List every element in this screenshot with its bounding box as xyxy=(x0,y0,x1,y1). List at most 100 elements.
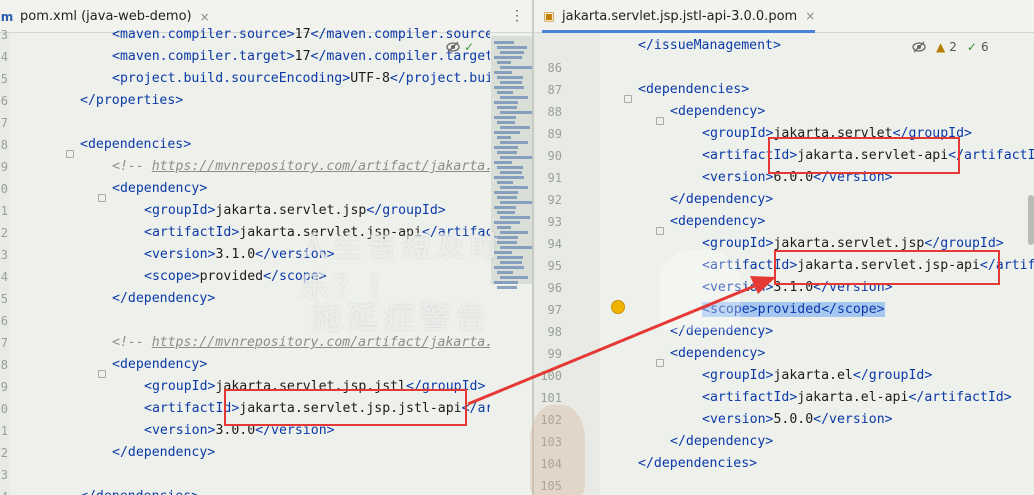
close-tab-icon[interactable]: × xyxy=(805,9,815,23)
code-token: jakarta.el xyxy=(773,368,853,383)
minimap-line xyxy=(494,146,518,149)
code-line[interactable]: <dependency> xyxy=(112,354,207,376)
line-number: 4 xyxy=(0,486,8,495)
line-number: 2 xyxy=(0,226,8,240)
minimap-line xyxy=(497,196,517,199)
minimap-line xyxy=(500,66,532,69)
code-token: 17 xyxy=(294,49,311,64)
line-number: 7 xyxy=(0,336,8,350)
tab-jstl-api-pom[interactable]: ▣ jakarta.servlet.jsp.jstl-api-3.0.0.pom… xyxy=(542,0,816,33)
line-number: 99 xyxy=(547,347,562,361)
minimap-line xyxy=(500,216,530,219)
code-token: jakarta.servlet.jsp xyxy=(773,236,925,251)
minimap-line xyxy=(494,71,512,74)
code-line[interactable]: <dependency> xyxy=(670,343,765,365)
code-token: </properties> xyxy=(80,93,184,108)
left-inspection-widget[interactable]: ✓ xyxy=(446,40,474,54)
code-line[interactable]: </dependency> xyxy=(670,189,773,211)
code-line[interactable]: <version>5.0.0</version> xyxy=(702,409,893,431)
fold-marker[interactable] xyxy=(656,359,664,367)
code-line[interactable]: <dependency> xyxy=(670,211,765,233)
close-tab-icon[interactable]: × xyxy=(200,10,210,24)
code-line[interactable]: </issueManagement> xyxy=(638,35,781,57)
code-token: </issueManagement> xyxy=(638,38,781,53)
code-token: <version> xyxy=(144,247,216,262)
code-token: <groupId> xyxy=(702,126,774,141)
fold-marker[interactable] xyxy=(98,370,106,378)
code-token: </project.build.sourceEncoding> xyxy=(389,71,490,86)
minimap-line xyxy=(500,81,522,84)
code-line[interactable]: <maven.compiler.source>17</maven.compile… xyxy=(112,24,490,46)
line-number: 93 xyxy=(547,215,562,229)
fold-marker[interactable] xyxy=(98,194,106,202)
line-number: 4 xyxy=(0,270,8,284)
right-inspection-widget[interactable]: ▲ 2 ✓ 6 xyxy=(912,40,989,54)
code-line[interactable]: <groupId>jakarta.el</groupId> xyxy=(702,365,932,387)
line-number: 3 xyxy=(0,468,8,482)
code-token: <groupId> xyxy=(702,368,774,383)
code-line[interactable]: <dependencies> xyxy=(638,79,749,101)
code-token: <maven.compiler.target> xyxy=(112,49,295,64)
code-line[interactable]: </dependencies> xyxy=(80,486,199,495)
code-token: <!-- xyxy=(112,335,152,350)
code-line[interactable]: </dependency> xyxy=(670,431,773,453)
minimap-line xyxy=(497,76,523,79)
code-line[interactable]: <!-- https://mvnrepository.com/artifact/… xyxy=(112,156,490,178)
minimap-line xyxy=(497,136,511,139)
intention-bulb-icon[interactable] xyxy=(611,300,625,314)
code-line[interactable]: </properties> xyxy=(80,90,183,112)
code-token: <groupId> xyxy=(144,203,216,218)
minimap-line xyxy=(497,121,515,124)
code-token: <groupId> xyxy=(144,379,216,394)
line-number: 9 xyxy=(0,160,8,174)
code-line[interactable]: <project.build.sourceEncoding>UTF-8</pro… xyxy=(112,68,490,90)
code-token: </dependencies> xyxy=(638,456,758,471)
fold-marker[interactable] xyxy=(66,150,74,158)
line-number: 88 xyxy=(547,105,562,119)
minimap-line xyxy=(500,156,532,159)
minimap-line xyxy=(497,106,517,109)
tab-menu-icon[interactable]: ⋮ xyxy=(510,8,524,24)
minimap-line xyxy=(500,111,532,114)
code-line[interactable]: </dependency> xyxy=(112,288,215,310)
fold-marker[interactable] xyxy=(656,117,664,125)
code-token: </dependency> xyxy=(112,445,216,460)
line-number: 87 xyxy=(547,83,562,97)
minimap-line xyxy=(497,61,511,64)
line-number: 98 xyxy=(547,325,562,339)
code-token: <dependency> xyxy=(670,214,766,229)
code-line[interactable]: </dependencies> xyxy=(638,453,757,475)
code-token: https://mvnrepository.com/artifact/jakar… xyxy=(151,335,490,350)
code-line[interactable]: <groupId>jakarta.servlet.jsp</groupId> xyxy=(144,200,446,222)
code-token: </dependencies> xyxy=(80,489,199,495)
code-line[interactable]: <dependency> xyxy=(112,178,207,200)
code-token: <artifactId> xyxy=(702,390,798,405)
code-line[interactable]: <dependency> xyxy=(670,101,765,123)
code-token: <dependency> xyxy=(670,104,766,119)
background-art xyxy=(530,405,585,495)
code-line[interactable]: <maven.compiler.target>17</maven.compile… xyxy=(112,46,490,68)
fold-marker[interactable] xyxy=(624,95,632,103)
line-number: 95 xyxy=(547,259,562,273)
code-token: jakarta.servlet.jsp xyxy=(215,203,367,218)
code-token: </groupId> xyxy=(924,236,1004,251)
code-token: 3.1.0 xyxy=(215,247,256,262)
code-line[interactable]: <artifactId>jakarta.el-api</artifactId> xyxy=(702,387,1012,409)
line-number: 0 xyxy=(0,402,8,416)
code-token: https://mvnrepository.com/artifact/jakar… xyxy=(151,159,490,174)
vertical-scrollbar[interactable] xyxy=(1028,195,1034,245)
minimap-line xyxy=(500,96,528,99)
minimap-line xyxy=(497,46,527,49)
tab-label: pom.xml (java-web-demo) xyxy=(20,9,192,24)
minimap-line xyxy=(494,56,522,59)
tab-label: jakarta.servlet.jsp.jstl-api-3.0.0.pom xyxy=(562,8,798,24)
code-line[interactable]: <dependencies> xyxy=(80,134,191,156)
code-token: <dependency> xyxy=(112,357,208,372)
code-line[interactable]: </dependency> xyxy=(112,442,215,464)
code-token: <dependencies> xyxy=(80,137,192,152)
fold-marker[interactable] xyxy=(656,227,664,235)
hide-eye-icon[interactable] xyxy=(446,41,460,53)
line-number: 2 xyxy=(0,446,8,460)
minimap-line xyxy=(494,131,520,134)
hide-eye-icon[interactable] xyxy=(912,41,926,53)
